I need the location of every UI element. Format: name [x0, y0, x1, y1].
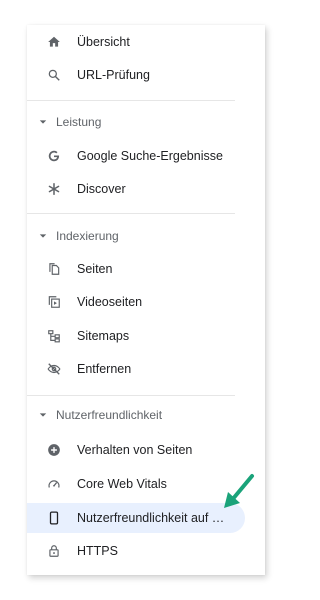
video-pages-icon: [47, 295, 61, 309]
gauge-icon: [47, 477, 61, 491]
section-header-experience[interactable]: Nutzerfreundlichkeit: [27, 405, 247, 425]
section-title: Nutzerfreundlichkeit: [56, 408, 163, 422]
nav-item-url-inspection[interactable]: URL-Prüfung: [27, 60, 245, 90]
plus-circle-icon: [47, 443, 61, 457]
sitemap-icon: [47, 329, 61, 343]
nav-item-removals[interactable]: Entfernen: [27, 354, 245, 384]
section-title: Indexierung: [56, 229, 119, 243]
nav-item-page-experience[interactable]: Verhalten von Seiten: [27, 435, 245, 465]
nav-item-video-pages[interactable]: Videoseiten: [27, 287, 245, 317]
nav-item-label: Discover: [77, 182, 126, 196]
nav-item-discover[interactable]: Discover: [27, 174, 245, 204]
nav-item-pages[interactable]: Seiten: [27, 254, 245, 284]
nav-item-label: Verhalten von Seiten: [77, 443, 193, 457]
eye-off-icon: [47, 362, 61, 376]
divider: [27, 395, 235, 396]
nav-item-core-web-vitals[interactable]: Core Web Vitals: [27, 469, 245, 499]
nav-item-overview[interactable]: Übersicht: [27, 27, 245, 57]
divider: [27, 100, 235, 101]
nav-item-label: Videoseiten: [77, 295, 143, 309]
caret-down-icon: [39, 411, 47, 419]
section-header-indexing[interactable]: Indexierung: [27, 226, 247, 246]
nav-item-sitemaps[interactable]: Sitemaps: [27, 321, 245, 351]
nav-item-search-results[interactable]: Google Suche-Ergebnisse: [27, 141, 245, 171]
nav-item-label: Entfernen: [77, 362, 132, 376]
lock-icon: [47, 544, 61, 558]
nav-item-label: Core Web Vitals: [77, 477, 167, 491]
divider: [27, 213, 235, 214]
asterisk-icon: [47, 182, 61, 196]
nav-item-label: Sitemaps: [77, 329, 130, 343]
caret-down-icon: [39, 118, 47, 126]
nav-item-label: HTTPS: [77, 544, 118, 558]
caret-down-icon: [39, 232, 47, 240]
section-title: Leistung: [56, 115, 102, 129]
search-icon: [47, 68, 61, 82]
google-g-icon: [47, 149, 61, 163]
nav-item-label: Google Suche-Ergebnisse: [77, 149, 223, 163]
nav-item-https[interactable]: HTTPS: [27, 536, 245, 566]
pages-icon: [47, 262, 61, 276]
nav-item-label: URL-Prüfung: [77, 68, 150, 82]
nav-item-mobile-usability[interactable]: Nutzerfreundlichkeit auf Mobilgeräten: [27, 503, 245, 533]
nav-item-label: Übersicht: [77, 35, 130, 49]
home-icon: [47, 35, 61, 49]
section-header-performance[interactable]: Leistung: [27, 112, 247, 132]
smartphone-icon: [47, 511, 61, 525]
nav-item-label: Seiten: [77, 262, 113, 276]
nav-item-label: Nutzerfreundlichkeit auf Mobilgeräten: [77, 511, 227, 525]
annotation-arrow-icon: [224, 474, 254, 508]
